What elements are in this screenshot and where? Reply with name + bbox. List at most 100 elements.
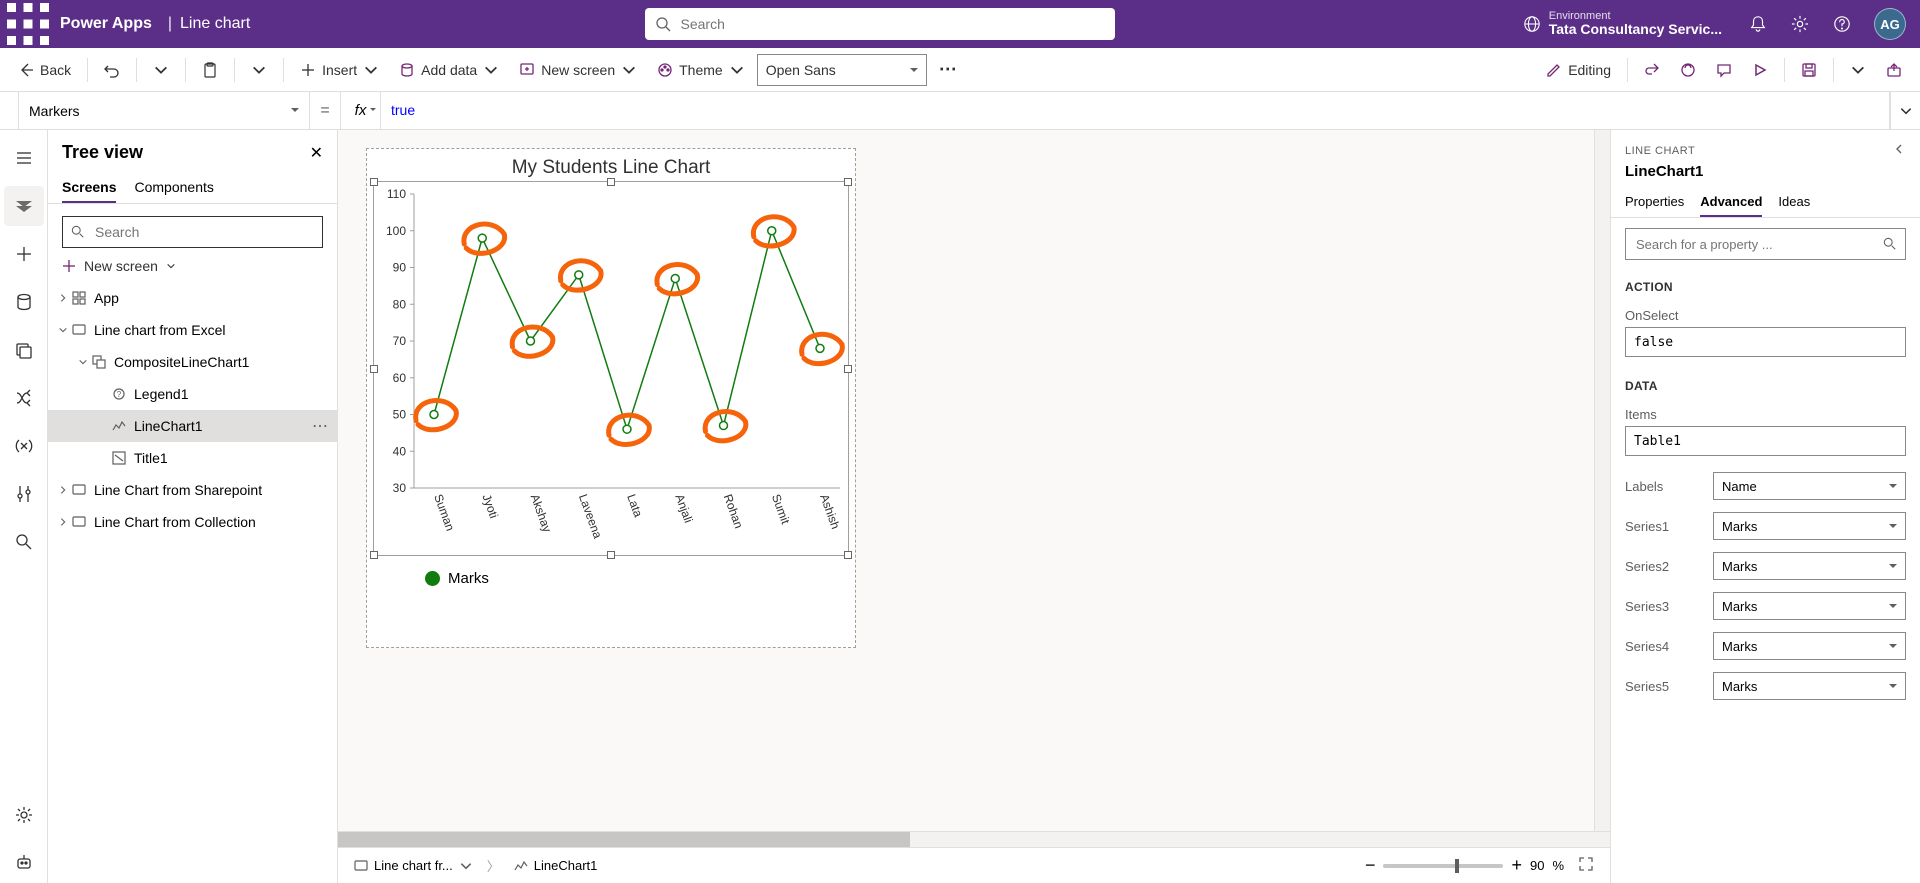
tab-ideas[interactable]: Ideas — [1778, 188, 1810, 217]
svg-text:Rohan: Rohan — [721, 492, 746, 530]
tree-item[interactable]: CompositeLineChart1 — [48, 346, 337, 378]
property-select[interactable]: Name — [1713, 472, 1906, 500]
canvas-area: My Students Line Chart 30405060708090100… — [338, 130, 1610, 883]
svg-text:30: 30 — [393, 481, 407, 495]
chevron-down-icon — [166, 261, 176, 271]
undo-button[interactable] — [96, 54, 128, 86]
share-button[interactable] — [1636, 54, 1668, 86]
breadcrumb-screen[interactable]: Line chart fr... — [348, 858, 479, 873]
property-select[interactable]: Marks — [1713, 552, 1906, 580]
svg-text:Anjali: Anjali — [672, 492, 695, 524]
search-input[interactable] — [679, 15, 1105, 33]
rail-insert-icon[interactable] — [4, 234, 44, 274]
insert-button[interactable]: Insert — [292, 54, 387, 86]
app-name[interactable]: Power Apps — [52, 15, 160, 33]
zoom-in-icon[interactable]: + — [1511, 855, 1522, 876]
app-launcher-icon[interactable] — [4, 0, 52, 48]
save-button[interactable] — [1793, 54, 1825, 86]
paste-button[interactable] — [194, 54, 226, 86]
tree-search[interactable] — [62, 216, 323, 248]
tree-item[interactable]: Line Chart from Sharepoint — [48, 474, 337, 506]
expand-formula-bar[interactable] — [1890, 92, 1920, 129]
new-screen-button[interactable]: New screen — [511, 54, 645, 86]
editing-mode[interactable]: Editing — [1538, 54, 1619, 86]
expand-panel-icon[interactable] — [1892, 142, 1906, 159]
publish-button[interactable] — [1878, 54, 1910, 86]
property-select[interactable]: Marks — [1713, 592, 1906, 620]
rail-data-icon[interactable] — [4, 282, 44, 322]
rail-flows-icon[interactable] — [4, 378, 44, 418]
horizontal-scrollbar[interactable] — [338, 831, 1610, 847]
global-search[interactable] — [645, 8, 1115, 40]
section-action: ACTION — [1611, 270, 1920, 300]
save-dropdown[interactable] — [1842, 54, 1874, 86]
formula-input[interactable]: true — [381, 102, 1889, 119]
property-selector[interactable]: Markers — [18, 92, 310, 129]
property-select[interactable]: Marks — [1713, 632, 1906, 660]
property-row: LabelsName — [1611, 466, 1920, 506]
canvas-scroll[interactable]: My Students Line Chart 30405060708090100… — [338, 130, 1594, 831]
tree-item[interactable]: Title1 — [48, 442, 337, 474]
notifications-icon[interactable] — [1738, 0, 1778, 48]
selected-chart[interactable]: 30405060708090100110SumanJyotiAkshayLave… — [373, 181, 849, 556]
tab-screens[interactable]: Screens — [62, 173, 116, 203]
title-separator: | — [160, 15, 180, 33]
paste-dropdown[interactable] — [243, 54, 275, 86]
fit-to-screen-icon[interactable] — [1572, 856, 1600, 875]
back-button[interactable]: Back — [10, 54, 79, 86]
rail-tools-icon[interactable] — [4, 474, 44, 514]
tree-item[interactable]: Line Chart from Collection — [48, 506, 337, 538]
breadcrumb-control[interactable]: LineChart1 — [508, 858, 604, 873]
rail-hamburger-icon[interactable] — [4, 138, 44, 178]
tab-advanced[interactable]: Advanced — [1700, 188, 1762, 217]
undo-dropdown[interactable] — [145, 54, 177, 86]
add-data-button[interactable]: Add data — [391, 54, 507, 86]
zoom-slider[interactable] — [1383, 864, 1503, 868]
theme-button[interactable]: Theme — [649, 54, 753, 86]
zoom-out-icon[interactable]: − — [1365, 855, 1376, 876]
property-label: Series4 — [1625, 639, 1705, 654]
font-selector[interactable]: Open Sans — [757, 54, 927, 86]
property-select[interactable]: Marks — [1713, 672, 1906, 700]
new-screen-button[interactable]: New screen — [48, 256, 337, 282]
property-search-input[interactable] — [1634, 236, 1883, 253]
tree-item[interactable]: Line chart from Excel — [48, 314, 337, 346]
search-icon — [1883, 237, 1897, 251]
fx-button[interactable]: fx — [341, 92, 381, 129]
vertical-scrollbar[interactable] — [1594, 130, 1610, 831]
rail-tree-view-icon[interactable] — [4, 186, 44, 226]
page-name: Line chart — [180, 15, 250, 33]
comments-button[interactable] — [1708, 54, 1740, 86]
properties-panel: LINE CHART LineChart1 Properties Advance… — [1610, 130, 1920, 883]
tree-item[interactable]: LineChart1⋯ — [48, 410, 337, 442]
artboard[interactable]: My Students Line Chart 30405060708090100… — [366, 148, 856, 648]
label-items: Items — [1611, 399, 1920, 426]
rail-media-icon[interactable] — [4, 330, 44, 370]
input-items[interactable]: Table1 — [1625, 426, 1906, 456]
property-select[interactable]: Marks — [1713, 512, 1906, 540]
tree-search-input[interactable] — [93, 223, 314, 241]
property-search[interactable] — [1625, 228, 1906, 260]
settings-icon[interactable] — [1780, 0, 1820, 48]
rail-search-icon[interactable] — [4, 522, 44, 562]
close-tree-icon[interactable]: ✕ — [310, 143, 323, 163]
rail-variables-icon[interactable] — [4, 426, 44, 466]
tab-components[interactable]: Components — [134, 173, 213, 203]
input-onselect[interactable]: false — [1625, 327, 1906, 357]
preview-button[interactable] — [1744, 54, 1776, 86]
tree-item[interactable]: ?Legend1 — [48, 378, 337, 410]
tree-item[interactable]: App — [48, 282, 337, 314]
zoom-unit: % — [1552, 858, 1564, 873]
checker-button[interactable] — [1672, 54, 1704, 86]
property-row: Series1Marks — [1611, 506, 1920, 546]
tab-properties[interactable]: Properties — [1625, 188, 1684, 217]
help-icon[interactable] — [1822, 0, 1862, 48]
property-label: Series3 — [1625, 599, 1705, 614]
environment-picker[interactable]: Environment Tata Consultancy Servic... — [1509, 10, 1736, 37]
section-data: DATA — [1611, 369, 1920, 399]
overflow-button[interactable]: ⋯ — [931, 54, 965, 86]
rail-settings-icon[interactable] — [4, 795, 44, 835]
user-avatar[interactable]: AG — [1874, 8, 1906, 40]
env-value: Tata Consultancy Servic... — [1549, 22, 1722, 37]
rail-virtual-agent-icon[interactable] — [4, 843, 44, 883]
